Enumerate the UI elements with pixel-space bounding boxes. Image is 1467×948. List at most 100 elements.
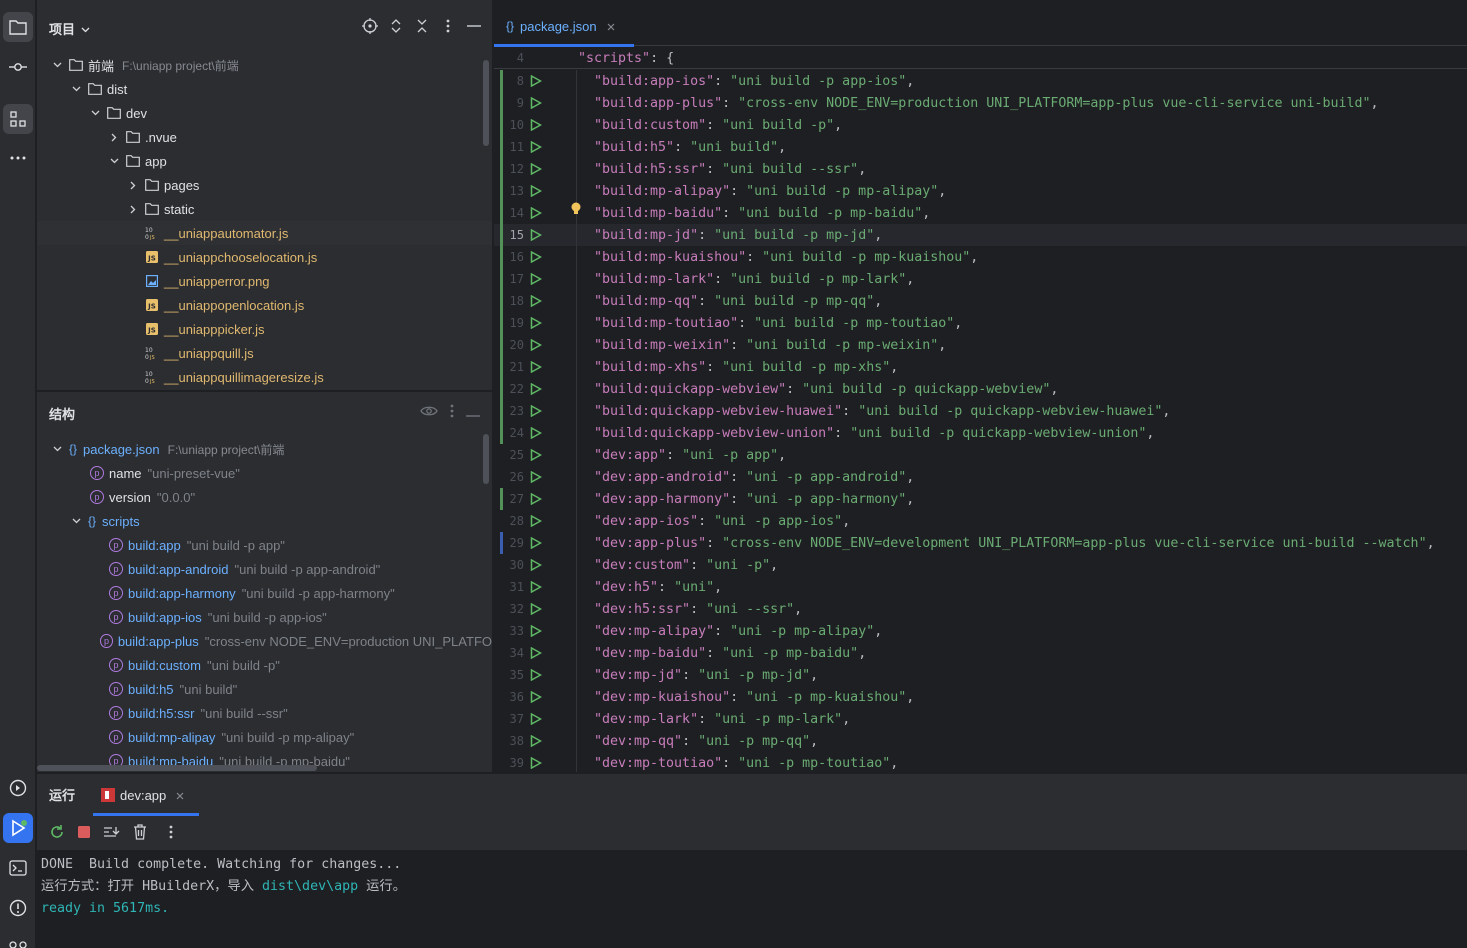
run-script-icon[interactable] [530,734,543,748]
code-line[interactable]: 30 "dev:custom": "uni -p", [494,554,1467,576]
run-script-icon[interactable] [530,228,543,242]
code-line[interactable]: 33 "dev:mp-alipay": "uni -p mp-alipay", [494,620,1467,642]
tree-folder[interactable]: dev [37,101,492,125]
structure-scripts[interactable]: {} scripts [37,509,492,533]
structure-property[interactable]: p name "uni-preset-vue" [37,461,492,485]
services-icon[interactable] [3,773,33,803]
run-script-icon[interactable] [530,74,543,88]
code-line[interactable]: 32 "dev:h5:ssr": "uni --ssr", [494,598,1467,620]
structure-root[interactable]: {} package.json F:\uniapp project\前端 [37,437,492,461]
project-scrollbar[interactable] [483,60,489,146]
tree-folder[interactable]: pages [37,173,492,197]
tree-file[interactable]: JS __uniappchooselocation.js [37,245,492,269]
chevron-down-icon[interactable] [108,155,120,167]
sticky-scroll-header[interactable]: 4 "scripts": { [494,47,1467,69]
hide-panel-icon[interactable] [466,18,482,34]
code-line[interactable]: 8 "build:app-ios": "uni build -p app-ios"… [494,70,1467,92]
run-script-icon[interactable] [530,96,543,110]
trash-icon[interactable] [133,823,147,843]
run-script-icon[interactable] [530,250,543,264]
tree-folder[interactable]: 前端 F:\uniapp project\前端 [37,53,492,77]
expand-all-icon[interactable] [388,18,404,34]
run-script-icon[interactable] [530,668,543,682]
code-line[interactable]: 34 "dev:mp-baidu": "uni -p mp-baidu", [494,642,1467,664]
tree-file[interactable]: JS __uniappopenlocation.js [37,293,492,317]
git-icon[interactable] [3,930,33,948]
run-script-icon[interactable] [530,690,543,704]
run-script-icon[interactable] [530,206,543,220]
chevron-down-icon[interactable] [70,515,82,527]
options-icon[interactable] [440,18,456,34]
tree-folder[interactable]: .nvue [37,125,492,149]
code-line[interactable]: 27 "dev:app-harmony": "uni -p app-harmony… [494,488,1467,510]
run-script-icon[interactable] [530,316,543,330]
structure-scrollbar-v[interactable] [483,434,489,484]
code-line[interactable]: 13 "build:mp-alipay": "uni build -p mp-al… [494,180,1467,202]
run-script-icon[interactable] [530,448,543,462]
structure-script[interactable]: p build:h5:ssr "uni build --ssr" [37,701,492,725]
code-line[interactable]: 25 "dev:app": "uni -p app", [494,444,1467,466]
run-script-icon[interactable] [530,492,543,506]
chevron-right-icon[interactable] [127,203,139,215]
run-script-icon[interactable] [530,602,543,616]
run-tool-icon[interactable] [3,813,33,843]
structure-script[interactable]: p build:mp-alipay "uni build -p mp-alipay" [37,725,492,749]
run-script-icon[interactable] [530,162,543,176]
code-line[interactable]: 22 "build:quickapp-webview": "uni build -… [494,378,1467,400]
code-line[interactable]: 20 "build:mp-weixin": "uni build -p mp-we… [494,334,1467,356]
console-output[interactable]: DONE Build complete. Watching for change… [37,850,1467,948]
code-line[interactable]: 10 "build:custom": "uni build -p", [494,114,1467,136]
run-script-icon[interactable] [530,514,543,528]
structure-script[interactable]: p build:app-plus "cross-env NODE_ENV=produ… [37,629,492,653]
structure-script[interactable]: p build:app-ios "uni build -p app-ios" [37,605,492,629]
run-options-icon[interactable] [169,825,173,842]
code-line[interactable]: 38 "dev:mp-qq": "uni -p mp-qq", [494,730,1467,752]
structure-script[interactable]: p build:app "uni build -p app" [37,533,492,557]
project-panel-title[interactable]: 项目 [49,19,75,38]
code-line[interactable]: 39 "dev:mp-toutiao": "uni -p mp-toutiao", [494,752,1467,772]
tab-package-json[interactable]: {} package.json [494,6,634,47]
structure-script[interactable]: p build:custom "uni build -p" [37,653,492,677]
code-line[interactable]: 12 "build:h5:ssr": "uni build --ssr", [494,158,1467,180]
structure-script[interactable]: p build:app-harmony "uni build -p app-harm… [37,581,492,605]
structure-script[interactable]: p build:h5 "uni build" [37,677,492,701]
run-script-icon[interactable] [530,140,543,154]
code-line[interactable]: 21 "build:mp-xhs": "uni build -p mp-xhs", [494,356,1467,378]
chevron-down-icon[interactable] [51,443,63,455]
run-script-icon[interactable] [530,426,543,440]
run-script-icon[interactable] [530,558,543,572]
code-line[interactable]: 35 "dev:mp-jd": "uni -p mp-jd", [494,664,1467,686]
tree-file[interactable]: 10 0 JS __uniappquill.js [37,341,492,365]
run-script-icon[interactable] [530,184,543,198]
run-script-icon[interactable] [530,712,543,726]
chevron-down-icon[interactable] [89,107,101,119]
run-script-icon[interactable] [530,470,543,484]
terminal-icon[interactable] [3,853,33,883]
structure-view-icon[interactable] [3,104,33,134]
code-line[interactable]: 11 "build:h5": "uni build", [494,136,1467,158]
code-line[interactable]: 28 "dev:app-ios": "uni -p app-ios", [494,510,1467,532]
code-line[interactable]: 18 "build:mp-qq": "uni build -p mp-qq", [494,290,1467,312]
code-line[interactable]: 37 "dev:mp-lark": "uni -p mp-lark", [494,708,1467,730]
code-line[interactable]: 16 "build:mp-kuaishou": "uni build -p mp-… [494,246,1467,268]
locate-icon[interactable] [362,18,378,34]
run-script-icon[interactable] [530,272,543,286]
structure-hide-icon[interactable] [466,405,480,420]
structure-scrollbar-h[interactable] [37,765,317,771]
code-line[interactable]: 29 "dev:app-plus": "cross-env NODE_ENV=de… [494,532,1467,554]
rerun-icon[interactable] [49,824,65,843]
run-script-icon[interactable] [530,536,543,550]
code-line[interactable]: 14 "build:mp-baidu": "uni build -p mp-bai… [494,202,1467,224]
code-line[interactable]: 23 "build:quickapp-webview-huawei": "uni … [494,400,1467,422]
chevron-down-icon[interactable] [51,59,63,71]
structure-options-icon[interactable] [450,404,454,421]
tree-file[interactable]: 10 0 JS __uniappautomator.js [37,221,492,245]
stop-icon[interactable] [77,825,91,842]
close-icon[interactable] [176,788,184,803]
vcs-change-marker[interactable] [500,488,503,510]
run-script-icon[interactable] [530,338,543,352]
lightbulb-icon[interactable] [571,202,581,219]
tree-folder[interactable]: app [37,149,492,173]
close-icon[interactable] [607,19,615,34]
tree-file[interactable]: JS __uniapppicker.js [37,317,492,341]
